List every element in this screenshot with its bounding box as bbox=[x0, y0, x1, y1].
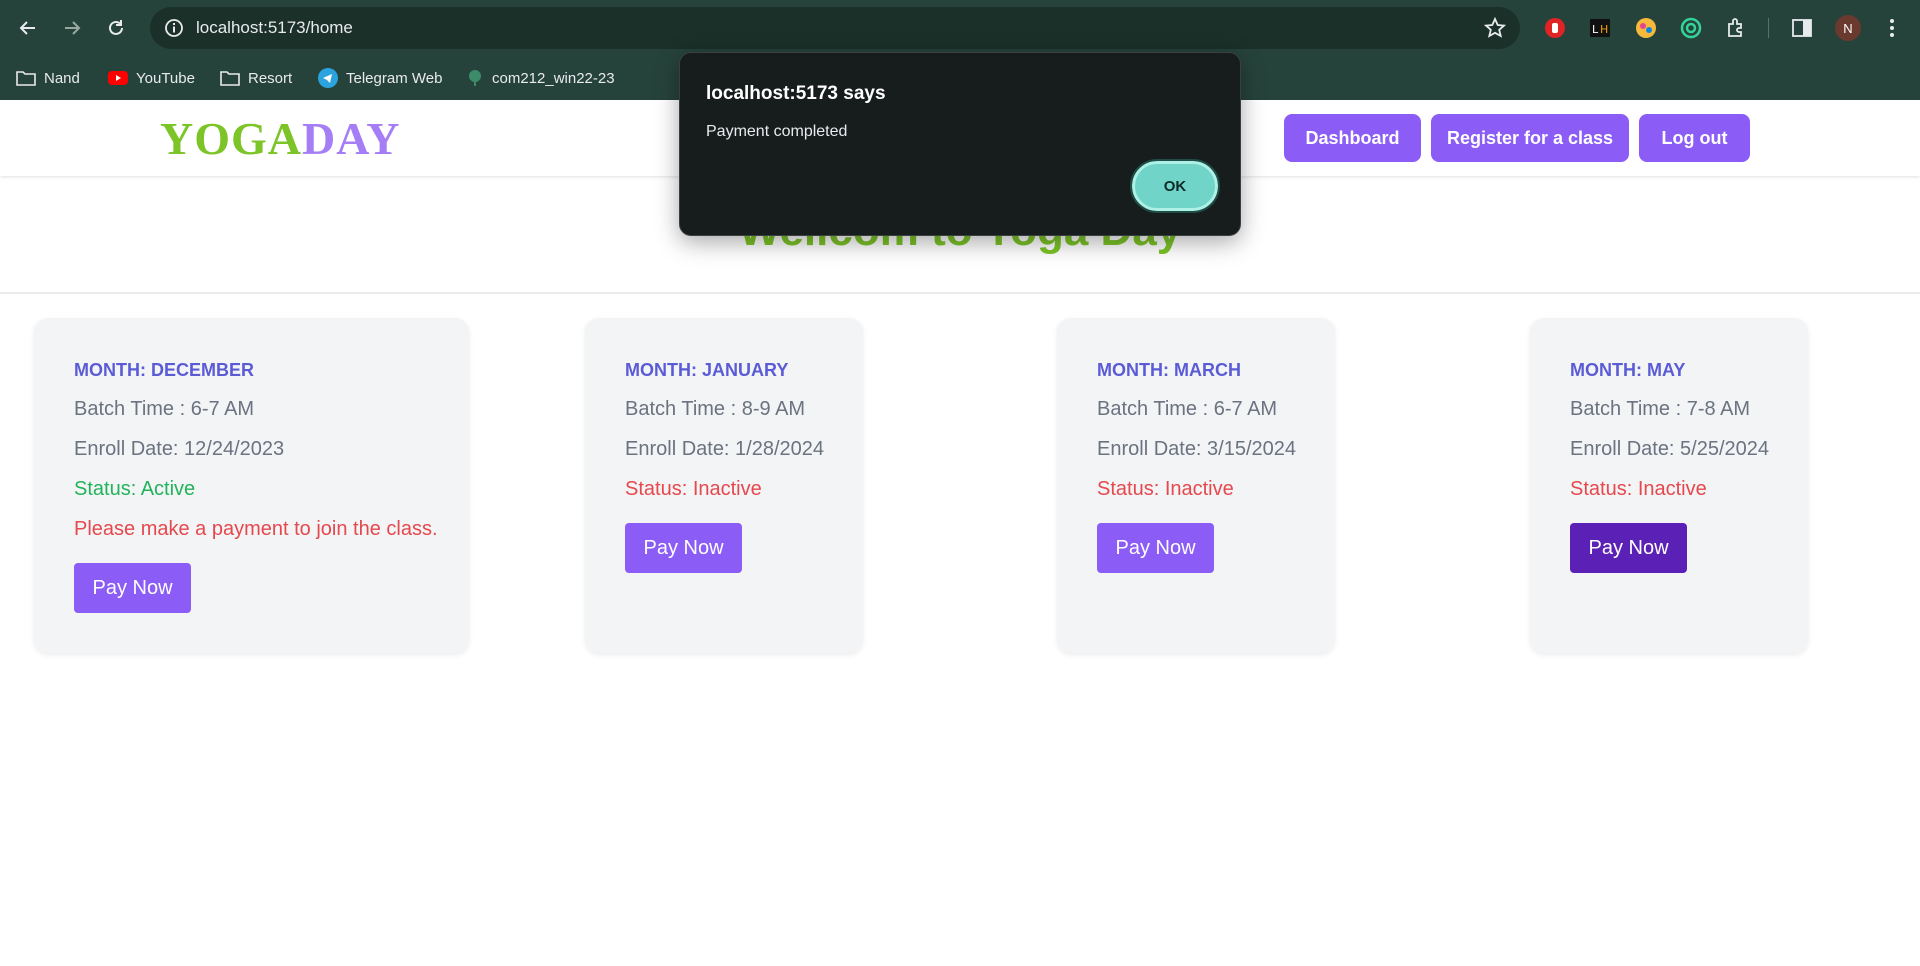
bookmark-star-icon[interactable] bbox=[1483, 16, 1507, 39]
url-text[interactable]: localhost:5173/home bbox=[196, 18, 353, 38]
card-month: MONTH: MAY bbox=[1570, 360, 1686, 380]
card-month: MONTH: DECEMBER bbox=[74, 360, 254, 380]
pay-now-button[interactable]: Pay Now bbox=[74, 563, 191, 613]
ok-button[interactable]: OK bbox=[1130, 159, 1220, 213]
address-bar[interactable]: localhost:5173/home bbox=[150, 7, 1520, 49]
lighthouse-extension-icon[interactable]: LH bbox=[1588, 16, 1612, 40]
bookmark-nand[interactable]: Nand bbox=[16, 66, 80, 90]
back-icon[interactable] bbox=[12, 12, 44, 44]
forward-icon[interactable] bbox=[56, 12, 88, 44]
logo-part-yoga: YOGA bbox=[160, 113, 302, 164]
card-month: MONTH: JANUARY bbox=[625, 360, 789, 380]
bookmark-youtube[interactable]: YouTube bbox=[108, 66, 195, 90]
svg-text:H: H bbox=[1600, 23, 1608, 36]
bookmark-label: com212_win22-23 bbox=[492, 69, 615, 87]
target-extension-icon[interactable] bbox=[1679, 16, 1703, 40]
card-batch-time: Batch Time : 7-8 AM bbox=[1570, 398, 1751, 420]
site-info-icon[interactable] bbox=[164, 18, 184, 38]
more-menu-icon[interactable] bbox=[1880, 16, 1904, 40]
toolbar-divider bbox=[1768, 18, 1769, 38]
dialog-message: Payment completed bbox=[706, 123, 848, 140]
bookmark-com212[interactable]: com212_win22-23 bbox=[466, 66, 615, 90]
bookmark-label: YouTube bbox=[136, 69, 195, 87]
adblock-extension-icon[interactable] bbox=[1543, 16, 1567, 40]
extensions-puzzle-icon[interactable] bbox=[1724, 16, 1748, 40]
class-card-january: MONTH: JANUARY Batch Time : 8-9 AM Enrol… bbox=[585, 318, 863, 653]
site-logo[interactable]: YOGADAY bbox=[160, 112, 400, 165]
class-card-december: MONTH: DECEMBER Batch Time : 6-7 AM Enro… bbox=[34, 318, 469, 653]
folder-icon bbox=[220, 71, 240, 86]
profile-avatar[interactable]: N bbox=[1835, 15, 1861, 41]
bookmark-telegram[interactable]: Telegram Web bbox=[318, 66, 442, 90]
bookmark-label: Telegram Web bbox=[346, 69, 443, 87]
class-card-march: MONTH: MARCH Batch Time : 6-7 AM Enroll … bbox=[1057, 318, 1335, 653]
bookmark-label: Nand bbox=[44, 69, 80, 87]
color-extension-icon[interactable] bbox=[1634, 16, 1658, 40]
card-batch-time: Batch Time : 6-7 AM bbox=[74, 398, 255, 420]
card-batch-time: Batch Time : 8-9 AM bbox=[625, 398, 806, 420]
card-enroll-date: Enroll Date: 1/28/2024 bbox=[625, 438, 825, 460]
reload-icon[interactable] bbox=[100, 12, 132, 44]
pay-now-button[interactable]: Pay Now bbox=[625, 523, 742, 573]
dashboard-button[interactable]: Dashboard bbox=[1284, 114, 1421, 162]
svg-text:L: L bbox=[1592, 23, 1599, 36]
bookmark-label: Resort bbox=[248, 69, 293, 87]
logout-button[interactable]: Log out bbox=[1639, 114, 1750, 162]
card-status: Status: Active bbox=[74, 478, 196, 500]
youtube-icon bbox=[108, 71, 128, 85]
dialog-title: localhost:5173 says bbox=[706, 83, 886, 104]
card-enroll-date: Enroll Date: 3/15/2024 bbox=[1097, 438, 1297, 460]
logo-part-day: DAY bbox=[302, 113, 401, 164]
card-status: Status: Inactive bbox=[1097, 478, 1234, 500]
register-class-button[interactable]: Register for a class bbox=[1431, 114, 1629, 162]
card-enroll-date: Enroll Date: 12/24/2023 bbox=[74, 438, 285, 460]
card-batch-time: Batch Time : 6-7 AM bbox=[1097, 398, 1278, 420]
alert-dialog: localhost:5173 says Payment completed OK bbox=[679, 52, 1241, 236]
card-status: Status: Inactive bbox=[625, 478, 762, 500]
side-panel-icon[interactable] bbox=[1790, 16, 1814, 40]
card-month: MONTH: MARCH bbox=[1097, 360, 1241, 380]
card-enroll-date: Enroll Date: 5/25/2024 bbox=[1570, 438, 1770, 460]
card-status: Status: Inactive bbox=[1570, 478, 1707, 500]
class-card-may: MONTH: MAY Batch Time : 7-8 AM Enroll Da… bbox=[1530, 318, 1808, 653]
tree-icon bbox=[469, 70, 481, 86]
payment-warning: Please make a payment to join the class. bbox=[74, 518, 438, 540]
folder-icon bbox=[16, 71, 36, 86]
browser-toolbar: localhost:5173/home LH N bbox=[0, 0, 1920, 56]
bookmark-resort[interactable]: Resort bbox=[220, 66, 292, 90]
pay-now-button[interactable]: Pay Now bbox=[1097, 523, 1214, 573]
pay-now-button[interactable]: Pay Now bbox=[1570, 523, 1687, 573]
telegram-icon bbox=[318, 68, 338, 88]
